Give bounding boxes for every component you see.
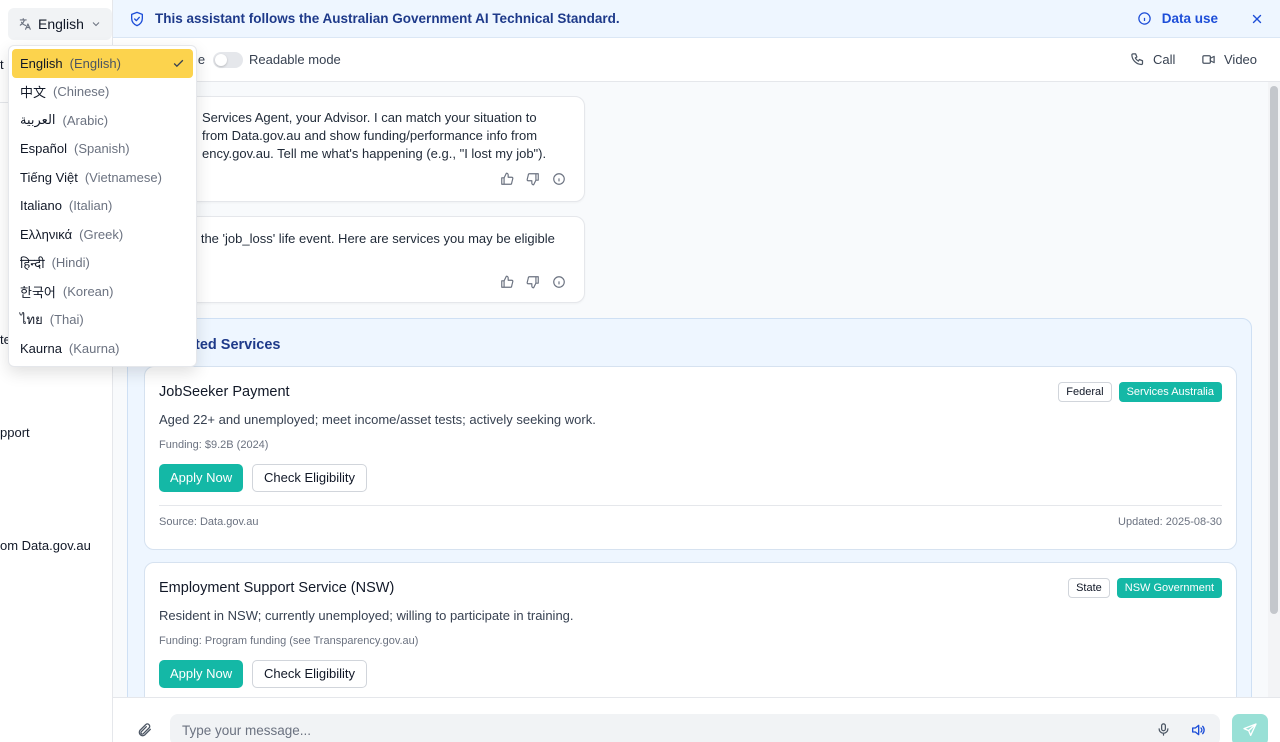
thumbs-down-icon[interactable] [526, 275, 540, 289]
language-option[interactable]: Ελληνικά (Greek) [12, 220, 193, 249]
language-option[interactable]: 한국어 (Korean) [12, 277, 193, 306]
ai-standard-banner: This assistant follows the Australian Go… [113, 0, 1280, 38]
thumbs-up-icon[interactable] [500, 172, 514, 186]
card-divider [159, 505, 1222, 506]
readable-mode-switch[interactable] [213, 51, 243, 68]
service-level-badge: Federal [1058, 382, 1112, 402]
checkmark-icon [173, 59, 184, 68]
banner-text: This assistant follows the Australian Go… [155, 11, 620, 26]
service-title: JobSeeker Payment [159, 384, 290, 400]
apply-now-button[interactable]: Apply Now [159, 660, 244, 688]
language-native-name: Kaurna [20, 340, 62, 356]
language-native-name: Tiếng Việt [20, 169, 78, 185]
speaker-icon[interactable] [1190, 722, 1206, 738]
language-english-name: (Kaurna) [68, 340, 120, 356]
language-english-name: (Chinese) [53, 84, 110, 100]
service-agency-badge: Services Australia [1118, 382, 1222, 402]
service-updated: Updated: 2025-08-30 [1118, 516, 1222, 528]
thumbs-up-icon[interactable] [500, 275, 514, 289]
language-english-name: (Greek) [79, 226, 124, 242]
apply-now-button[interactable]: Apply Now [159, 464, 244, 492]
message-composer: Type your message... [113, 697, 1280, 742]
language-english-name: (Thai) [49, 312, 84, 328]
language-native-name: ไทย [20, 312, 43, 328]
info-icon[interactable] [552, 275, 566, 289]
language-option[interactable]: Tiếng Việt (Vietnamese) [12, 163, 193, 192]
message-input[interactable]: Type your message... [170, 714, 1220, 742]
language-native-name: English [20, 55, 63, 71]
language-native-name: العربية [20, 112, 56, 128]
language-option[interactable]: Kaurna (Kaurna) [12, 334, 193, 363]
paperclip-icon[interactable] [137, 722, 153, 738]
language-option[interactable]: 中文 (Chinese) [12, 78, 193, 107]
service-description: Resident in NSW; currently unemployed; w… [159, 608, 574, 623]
language-native-name: हिन्दी [20, 255, 45, 271]
recommended-services-panel: ted Services JobSeeker Payment Federal S… [127, 318, 1252, 697]
language-selector-label: English [38, 16, 84, 32]
services-title: ted Services [195, 337, 281, 353]
shield-check-icon [131, 11, 143, 26]
phone-icon [1131, 53, 1144, 66]
call-button[interactable]: Call [1130, 52, 1175, 67]
sidebar-fragment-3[interactable]: pport [0, 425, 30, 440]
language-english-name: (Korean) [62, 283, 114, 299]
language-native-name: 中文 [20, 85, 47, 101]
service-agency-badge: NSW Government [1116, 578, 1222, 598]
check-eligibility-button[interactable]: Check Eligibility [252, 464, 368, 492]
language-menu: English (English) 中文 (Chinese) العربية (Arabi… [8, 45, 197, 367]
language-option[interactable]: ไทย (Thai) [12, 306, 193, 335]
service-source: Source: Data.gov.au [159, 516, 259, 528]
service-level-badge: State [1068, 578, 1110, 598]
service-funding: Funding: Program funding (see Transparen… [159, 635, 419, 647]
video-button[interactable]: Video [1201, 52, 1257, 67]
message-text: Services Agent, your Advisor. I can matc… [202, 110, 547, 161]
chat-area: Services Agent, your Advisor. I can matc… [113, 82, 1268, 697]
language-native-name: Italiano [20, 198, 62, 214]
language-option[interactable]: العربية (Arabic) [12, 106, 193, 135]
service-card: Employment Support Service (NSW) State N… [144, 562, 1237, 697]
language-native-name: Ελληνικά [20, 226, 73, 242]
send-icon [1243, 723, 1257, 736]
message-text: d the 'job_loss' life event. Here are se… [190, 231, 555, 246]
language-option[interactable]: Español (Spanish) [12, 135, 193, 164]
video-label: Video [1224, 52, 1258, 67]
message-input-placeholder: Type your message... [182, 722, 312, 738]
chat-scrollbar[interactable] [1268, 82, 1280, 697]
language-english-name: (English) [69, 55, 121, 71]
service-description: Aged 22+ and unemployed; meet income/ass… [159, 412, 596, 427]
language-option[interactable]: हिन्दी (Hindi) [12, 249, 193, 278]
scrollbar-thumb[interactable] [1270, 86, 1278, 614]
language-option[interactable]: Italiano (Italian) [12, 192, 193, 221]
language-selector[interactable]: English [8, 8, 112, 40]
thumbs-down-icon[interactable] [526, 172, 540, 186]
language-english-name: (Arabic) [62, 112, 109, 128]
info-icon [1137, 12, 1151, 25]
data-use-link[interactable]: Data use [1162, 11, 1218, 26]
call-label: Call [1153, 52, 1176, 67]
close-icon[interactable] [1250, 12, 1264, 26]
language-english-name: (Italian) [68, 198, 113, 214]
service-funding: Funding: $9.2B (2024) [159, 439, 269, 451]
language-english-name: (Hindi) [51, 255, 90, 271]
language-english-name: (Vietnamese) [84, 169, 162, 185]
send-button[interactable] [1232, 714, 1268, 742]
language-option[interactable]: English (English) [12, 49, 193, 78]
language-native-name: 한국어 [20, 284, 56, 300]
video-camera-icon [1202, 55, 1215, 64]
chat-toolbar: le Readable mode Call Video [113, 38, 1280, 82]
translate-icon [19, 18, 31, 30]
info-icon[interactable] [552, 172, 566, 186]
sidebar-fragment-4: om Data.gov.au [0, 538, 91, 553]
sidebar-fragment-1: t [0, 57, 4, 72]
service-title: Employment Support Service (NSW) [159, 580, 395, 596]
microphone-icon[interactable] [1156, 722, 1171, 737]
check-eligibility-button[interactable]: Check Eligibility [252, 660, 368, 688]
language-english-name: (Spanish) [73, 141, 130, 157]
readable-mode-label: Readable mode [249, 52, 341, 67]
service-card: JobSeeker Payment Federal Services Austr… [144, 366, 1237, 550]
language-native-name: Español [20, 141, 67, 157]
chevron-down-icon [92, 22, 100, 27]
